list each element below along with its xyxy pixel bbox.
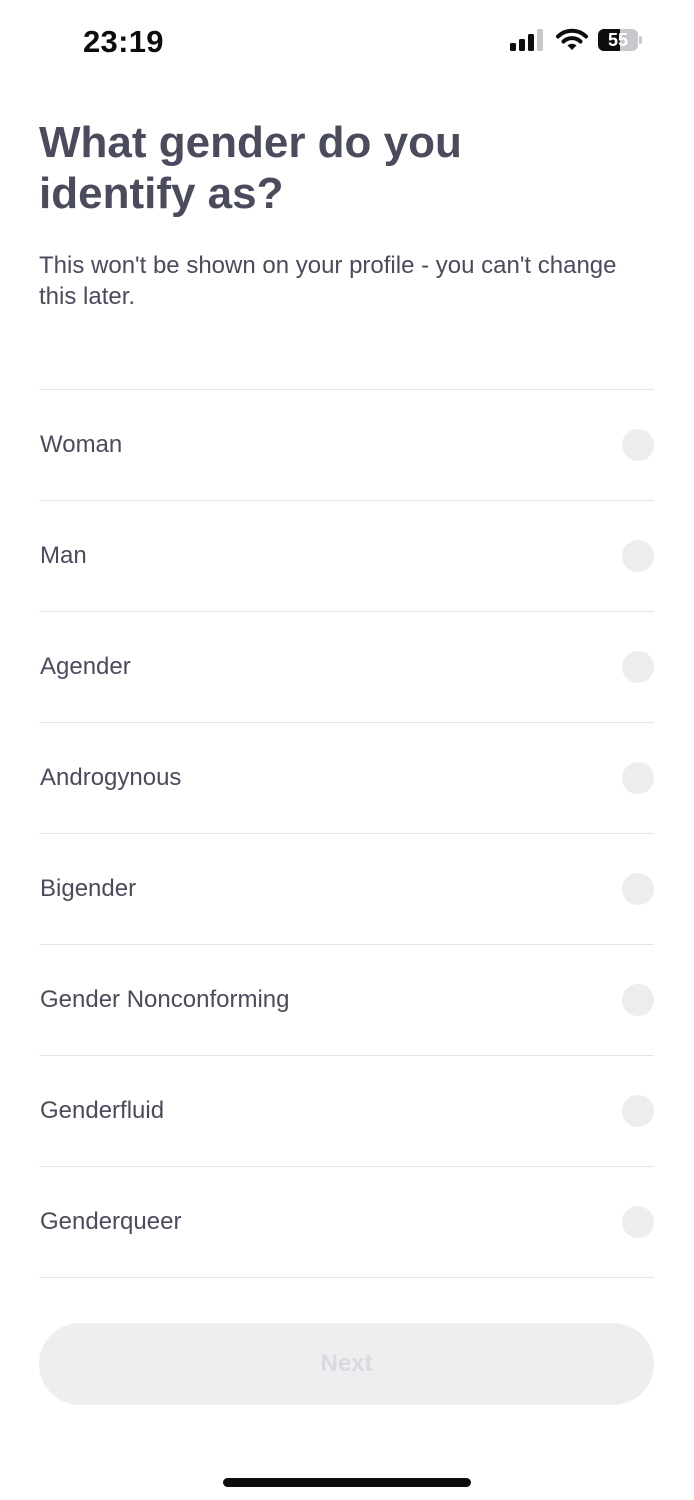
status-bar: 23:19 55	[0, 0, 694, 84]
home-indicator[interactable]	[223, 1478, 471, 1487]
option-label: Gender Nonconforming	[40, 986, 290, 1013]
radio-button[interactable]	[622, 1095, 654, 1127]
radio-button[interactable]	[622, 540, 654, 572]
next-button[interactable]: Next	[39, 1323, 654, 1405]
option-label: Agender	[40, 653, 131, 680]
radio-button[interactable]	[622, 651, 654, 683]
option-label: Androgynous	[40, 764, 182, 791]
gender-options-list: Woman Man Agender Androgynous Bigender G…	[39, 389, 654, 1278]
radio-button[interactable]	[622, 1206, 654, 1238]
option-woman[interactable]: Woman	[39, 390, 654, 501]
radio-button[interactable]	[622, 429, 654, 461]
battery-body: 55	[598, 29, 638, 51]
battery-icon: 55	[598, 29, 642, 51]
option-gender-nonconforming[interactable]: Gender Nonconforming	[39, 945, 654, 1056]
option-label: Man	[40, 542, 87, 569]
option-agender[interactable]: Agender	[39, 612, 654, 723]
signal-icon	[510, 29, 543, 51]
page-subtitle: This won't be shown on your profile - yo…	[39, 252, 617, 310]
option-label: Woman	[40, 431, 123, 458]
battery-level: 55	[607, 30, 629, 50]
option-label: Genderfluid	[40, 1097, 165, 1124]
option-genderfluid[interactable]: Genderfluid	[39, 1056, 654, 1167]
radio-button[interactable]	[622, 762, 654, 794]
page-title: What gender do you identify as?	[39, 118, 462, 218]
option-genderqueer[interactable]: Genderqueer	[39, 1167, 654, 1278]
option-label: Genderqueer	[40, 1208, 182, 1235]
status-icons: 55	[510, 28, 642, 52]
option-androgynous[interactable]: Androgynous	[39, 723, 654, 834]
radio-button[interactable]	[622, 984, 654, 1016]
radio-button[interactable]	[622, 873, 654, 905]
battery-nub	[639, 36, 642, 44]
option-bigender[interactable]: Bigender	[39, 834, 654, 945]
wifi-icon	[556, 28, 588, 50]
option-label: Bigender	[40, 875, 137, 902]
status-time: 23:19	[83, 24, 164, 59]
option-man[interactable]: Man	[39, 501, 654, 612]
